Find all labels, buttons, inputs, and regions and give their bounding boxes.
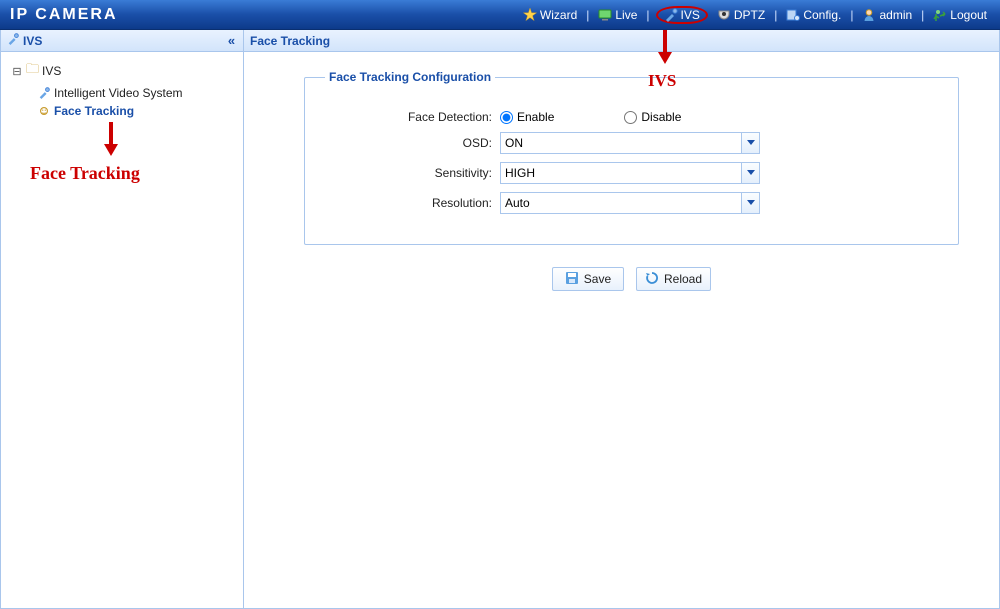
nav-wizard[interactable]: Wizard [520, 6, 580, 24]
nav-dptz[interactable]: DPTZ [714, 6, 768, 24]
content-header: Face Tracking [244, 30, 999, 52]
face-tracking-icon [37, 104, 51, 118]
nav-separator: | [586, 8, 589, 22]
label-osd: OSD: [325, 136, 500, 150]
content-area: Face Tracking Face Tracking Configuratio… [244, 30, 999, 608]
label-sensitivity: Sensitivity: [325, 166, 500, 180]
nav-dptz-label: DPTZ [734, 8, 765, 22]
left-sidebar: IVS « ⊟ 🗀 IVS Intelligent Video System [1, 30, 244, 608]
nav-separator: | [850, 8, 853, 22]
folder-icon: 🗀 [26, 60, 39, 82]
row-sensitivity: Sensitivity: HIGH [325, 162, 938, 184]
tree-item-label: Intelligent Video System [54, 86, 183, 100]
nav-logout-label: Logout [950, 8, 987, 22]
nav-separator: | [774, 8, 777, 22]
user-icon [862, 8, 876, 22]
tree-root-ivs[interactable]: ⊟ 🗀 IVS [5, 58, 239, 84]
monitor-icon [598, 8, 612, 22]
row-resolution: Resolution: Auto [325, 192, 938, 214]
chevron-down-icon [741, 193, 759, 213]
nav-live-label: Live [615, 8, 637, 22]
chevron-down-icon [741, 133, 759, 153]
camera-dome-icon [717, 8, 731, 22]
sidebar-title: IVS [23, 34, 42, 48]
nav-ivs-label: IVS [681, 8, 700, 22]
tree-collapse-icon[interactable]: ⊟ [11, 65, 23, 78]
top-nav: Wizard | Live | IVS [520, 6, 990, 24]
select-sensitivity-value: HIGH [505, 166, 535, 180]
save-icon [565, 271, 579, 288]
fieldset-legend: Face Tracking Configuration [325, 70, 495, 84]
nav-config-label: Config. [803, 8, 841, 22]
nav-ivs[interactable]: IVS [664, 8, 700, 22]
nav-user-admin[interactable]: admin [859, 6, 915, 24]
action-buttons: Save Reload [304, 267, 959, 291]
nav-separator: | [921, 8, 924, 22]
tree-root-label: IVS [42, 64, 61, 78]
save-button[interactable]: Save [552, 267, 624, 291]
select-osd-value: ON [505, 136, 523, 150]
radio-enable[interactable]: Enable [500, 110, 554, 124]
wizard-icon [523, 8, 537, 22]
radio-enable-input[interactable] [500, 111, 513, 124]
nav-tree: ⊟ 🗀 IVS Intelligent Video System Face Tr… [1, 52, 243, 126]
nav-user-label: admin [879, 8, 912, 22]
reload-button-label: Reload [664, 272, 702, 286]
chevron-down-icon [741, 163, 759, 183]
row-osd: OSD: ON [325, 132, 938, 154]
radio-disable-input[interactable] [624, 111, 637, 124]
config-icon [786, 8, 800, 22]
nav-wizard-label: Wizard [540, 8, 577, 22]
nav-separator: | [646, 8, 649, 22]
nav-live[interactable]: Live [595, 6, 640, 24]
radio-disable[interactable]: Disable [624, 110, 681, 124]
nav-ivs-highlighted: IVS [656, 6, 708, 24]
reload-button[interactable]: Reload [636, 267, 711, 291]
tools-icon [37, 86, 51, 100]
nav-config[interactable]: Config. [783, 6, 844, 24]
select-resolution[interactable]: Auto [500, 192, 760, 214]
app-title: IP CAMERA [10, 6, 118, 24]
row-face-detection: Face Detection: Enable Disable [325, 110, 938, 124]
sidebar-header: IVS « [1, 30, 243, 52]
radio-enable-label: Enable [517, 110, 554, 124]
sidebar-collapse-button[interactable]: « [223, 33, 237, 48]
logout-icon [933, 8, 947, 22]
tools-icon [7, 33, 19, 48]
nav-logout[interactable]: Logout [930, 6, 990, 24]
face-tracking-config-fieldset: Face Tracking Configuration Face Detecti… [304, 70, 959, 245]
content-title: Face Tracking [250, 34, 330, 48]
select-osd[interactable]: ON [500, 132, 760, 154]
radio-disable-label: Disable [641, 110, 681, 124]
select-resolution-value: Auto [505, 196, 530, 210]
label-face-detection: Face Detection: [325, 110, 500, 124]
reload-icon [645, 271, 659, 288]
tree-item-label: Face Tracking [54, 104, 134, 118]
app-header: IP CAMERA Wizard | Live | [0, 0, 1000, 30]
tree-item-intelligent-video-system[interactable]: Intelligent Video System [5, 84, 239, 102]
select-sensitivity[interactable]: HIGH [500, 162, 760, 184]
save-button-label: Save [584, 272, 611, 286]
tools-icon [664, 8, 678, 22]
tree-item-face-tracking[interactable]: Face Tracking [5, 102, 239, 120]
label-resolution: Resolution: [325, 196, 500, 210]
